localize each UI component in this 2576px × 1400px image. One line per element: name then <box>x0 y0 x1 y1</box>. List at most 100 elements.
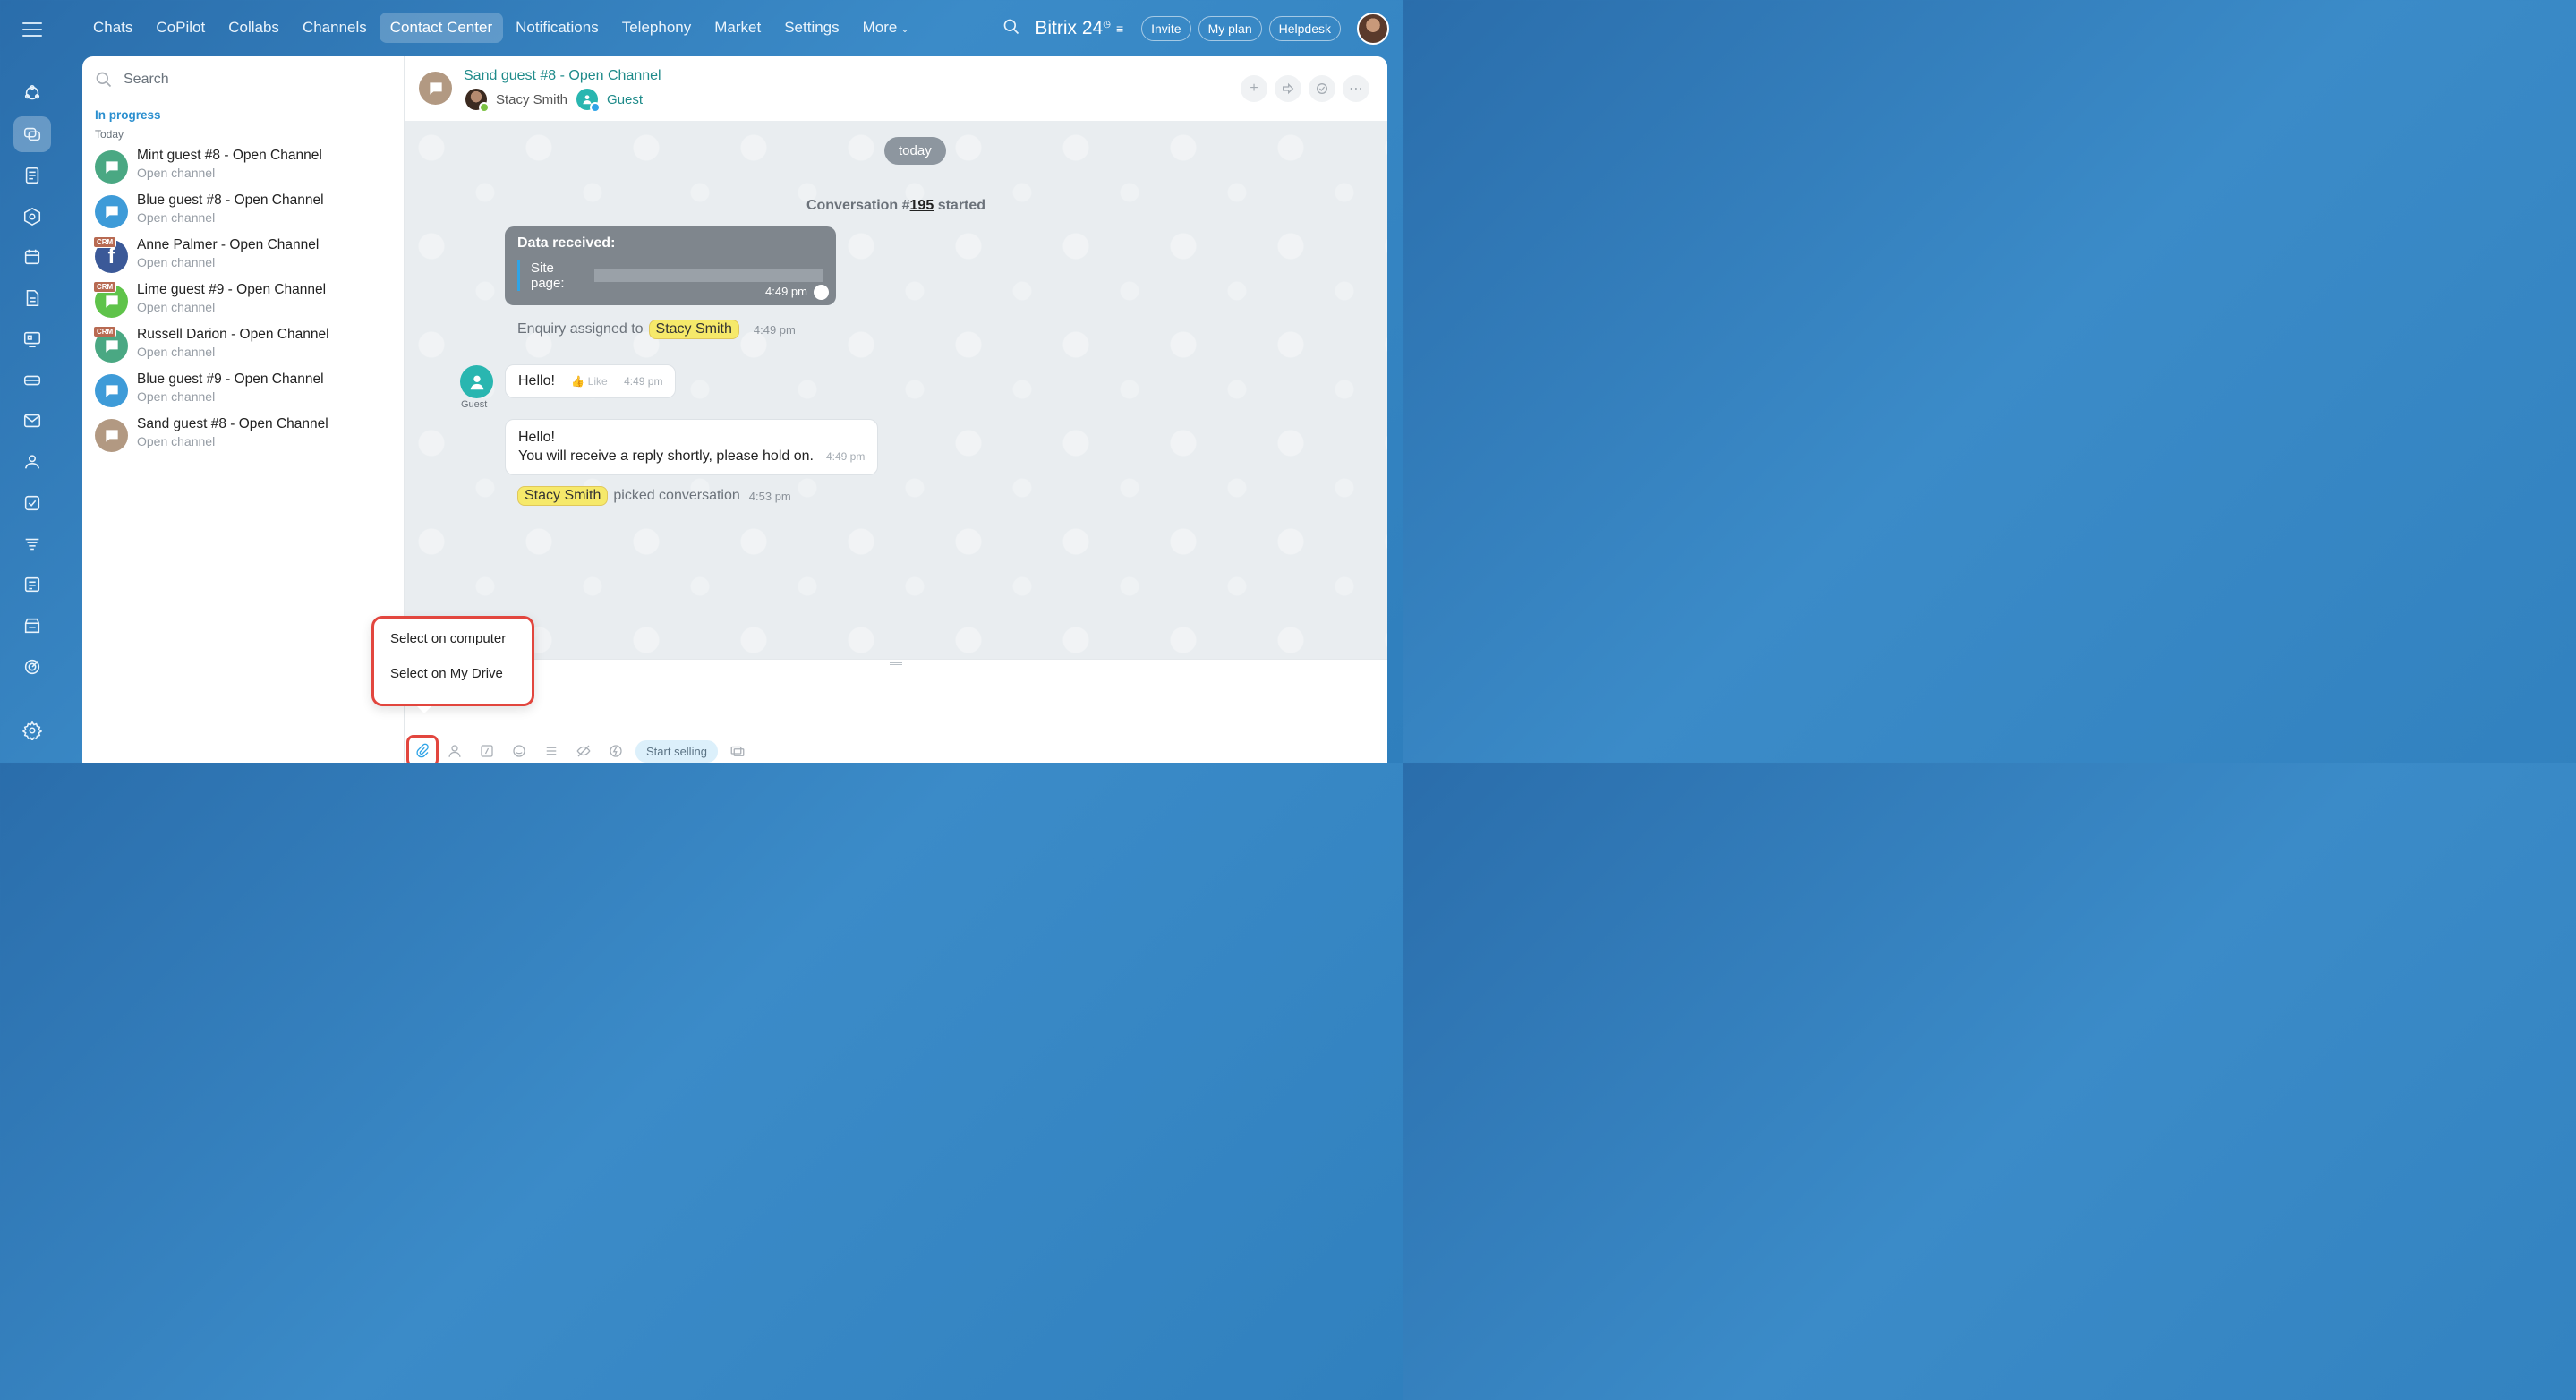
mail-icon[interactable] <box>13 403 51 439</box>
attach-menu-popup: Select on computer Select on My Drive <box>371 616 534 706</box>
filter-icon[interactable] <box>13 526 51 562</box>
crm-badge: CRM <box>93 326 117 337</box>
helpdesk-button[interactable]: Helpdesk <box>1268 16 1341 41</box>
message-composer[interactable]: Start selling <box>405 659 1387 763</box>
sites-icon[interactable] <box>13 321 51 357</box>
nav-chats[interactable]: Chats <box>82 13 143 43</box>
chat-list-item[interactable]: f CRM Anne Palmer - Open Channel Open chann… <box>93 236 396 278</box>
attach-file-button[interactable] <box>406 735 439 763</box>
message-text: Hello! <box>518 373 555 388</box>
inventory-icon[interactable] <box>13 363 51 398</box>
message-time: 4:49 pm <box>624 375 663 388</box>
guest-avatar[interactable] <box>575 87 601 113</box>
start-selling-button[interactable]: Start selling <box>635 739 718 763</box>
nav-settings[interactable]: Settings <box>773 13 849 43</box>
participant-name[interactable]: Stacy Smith <box>496 92 567 107</box>
guest-name[interactable]: Guest <box>607 92 643 107</box>
workflow-icon[interactable] <box>13 567 51 602</box>
clock-icon: ◷ <box>1103 20 1111 30</box>
emoji-icon[interactable] <box>507 738 532 763</box>
nav-contact-center[interactable]: Contact Center <box>379 13 504 43</box>
select-on-my-drive-option[interactable]: Select on My Drive <box>390 666 532 701</box>
message-bubble-auto-reply[interactable]: Hello! You will receive a reply shortly,… <box>505 419 879 475</box>
chat-list-item[interactable]: Blue guest #9 - Open Channel Open channel <box>95 371 396 413</box>
participant-avatar[interactable] <box>464 87 490 113</box>
store-icon[interactable] <box>13 608 51 644</box>
chat-list-item[interactable]: Mint guest #8 - Open Channel Open channel <box>95 148 396 189</box>
section-label: In progress <box>95 108 161 122</box>
quick-answer-icon[interactable] <box>474 738 499 763</box>
user-icon[interactable] <box>442 738 467 763</box>
hidden-message-icon[interactable] <box>571 738 596 763</box>
invite-button[interactable]: Invite <box>1141 16 1191 41</box>
settings-gear-icon[interactable] <box>13 713 51 748</box>
picked-text: picked conversation <box>613 488 740 503</box>
document-icon[interactable] <box>13 280 51 316</box>
search-input[interactable] <box>124 72 374 88</box>
nav-copilot[interactable]: CoPilot <box>145 13 216 43</box>
nav-market[interactable]: Market <box>704 13 772 43</box>
calendar-icon[interactable] <box>13 239 51 275</box>
screen-share-icon[interactable] <box>725 738 750 763</box>
nav-notifications[interactable]: Notifications <box>505 13 610 43</box>
sliders-icon[interactable]: ≡ <box>1116 21 1123 36</box>
chat-item-title: Sand guest #8 - Open Channel <box>137 416 328 431</box>
feed-icon[interactable] <box>13 75 51 111</box>
finish-check-icon[interactable] <box>1309 75 1335 102</box>
guest-label: Guest <box>461 399 488 410</box>
message-bubble-guest[interactable]: Hello! 👍 Like 4:49 pm <box>505 364 677 398</box>
date-subheading: Today <box>95 128 124 141</box>
nav-collabs[interactable]: Collabs <box>218 13 290 43</box>
chat-title[interactable]: Sand guest #8 - Open Channel <box>464 68 661 84</box>
select-on-computer-option[interactable]: Select on computer <box>390 631 532 666</box>
goal-icon[interactable] <box>13 649 51 685</box>
conversation-number-link[interactable]: 195 <box>910 198 934 213</box>
checklist-icon[interactable] <box>13 485 51 521</box>
popup-tail <box>417 706 431 713</box>
my-plan-button[interactable]: My plan <box>1198 16 1262 41</box>
nav-telephony[interactable]: Telephony <box>611 13 703 43</box>
chat-bubble-icon <box>105 339 118 353</box>
employees-icon[interactable] <box>13 444 51 480</box>
mention-tag[interactable]: Stacy Smith <box>517 486 609 506</box>
open-channel-avatar <box>95 150 128 184</box>
forward-icon[interactable] <box>1275 75 1301 102</box>
mention-tag[interactable]: Stacy Smith <box>648 320 739 339</box>
search-icon[interactable] <box>1002 18 1020 40</box>
like-label: Like <box>587 375 608 388</box>
chat-bubble-icon <box>105 295 118 308</box>
hexagon-icon[interactable] <box>13 199 51 235</box>
chat-list-item[interactable]: Blue guest #8 - Open Channel Open channel <box>95 192 396 234</box>
conv-prefix: Conversation # <box>806 198 910 213</box>
guest-message-avatar[interactable] <box>460 365 493 398</box>
chat-bubble-icon <box>105 384 118 397</box>
chat-list-item[interactable]: CRM Lime guest #9 - Open Channel Open chan… <box>93 281 396 323</box>
message-area: today Conversation #195 started Data rec… <box>405 121 1387 659</box>
open-channel-avatar <box>95 374 128 407</box>
chat-item-subtitle: Open channel <box>137 434 216 448</box>
chat-avatar[interactable] <box>419 72 452 105</box>
lightning-icon[interactable] <box>603 738 628 763</box>
messenger-icon[interactable] <box>13 116 51 152</box>
add-icon[interactable]: + <box>1241 75 1267 102</box>
open-channel-avatar <box>95 195 128 228</box>
brand-logo[interactable]: Bitrix 24◷ <box>1035 18 1111 39</box>
participants: Stacy Smith Guest <box>464 87 650 113</box>
composer-resize-handle[interactable] <box>890 662 902 665</box>
lock-icon <box>814 285 829 300</box>
chat-list-item[interactable]: CRM Russell Darion - Open Channel Open cha… <box>93 326 396 368</box>
form-icon[interactable] <box>539 738 564 763</box>
site-page-label: Site page: <box>531 260 565 291</box>
nav-more[interactable]: More ⌄ <box>852 13 920 43</box>
chat-item-subtitle: Open channel <box>137 300 216 314</box>
chat-item-subtitle: Open channel <box>137 166 216 180</box>
nav-channels[interactable]: Channels <box>292 13 378 43</box>
conversation-started: Conversation #195 started <box>405 198 1387 214</box>
more-icon[interactable]: ⋯ <box>1343 75 1369 102</box>
chat-item-title: Blue guest #8 - Open Channel <box>137 192 324 208</box>
like-button[interactable]: 👍 Like <box>571 375 607 388</box>
chat-list-item[interactable]: Sand guest #8 - Open Channel Open channel <box>95 416 396 457</box>
user-avatar[interactable] <box>1357 13 1389 45</box>
tasks-docs-icon[interactable] <box>13 158 51 193</box>
hamburger-menu-icon[interactable] <box>22 22 42 37</box>
